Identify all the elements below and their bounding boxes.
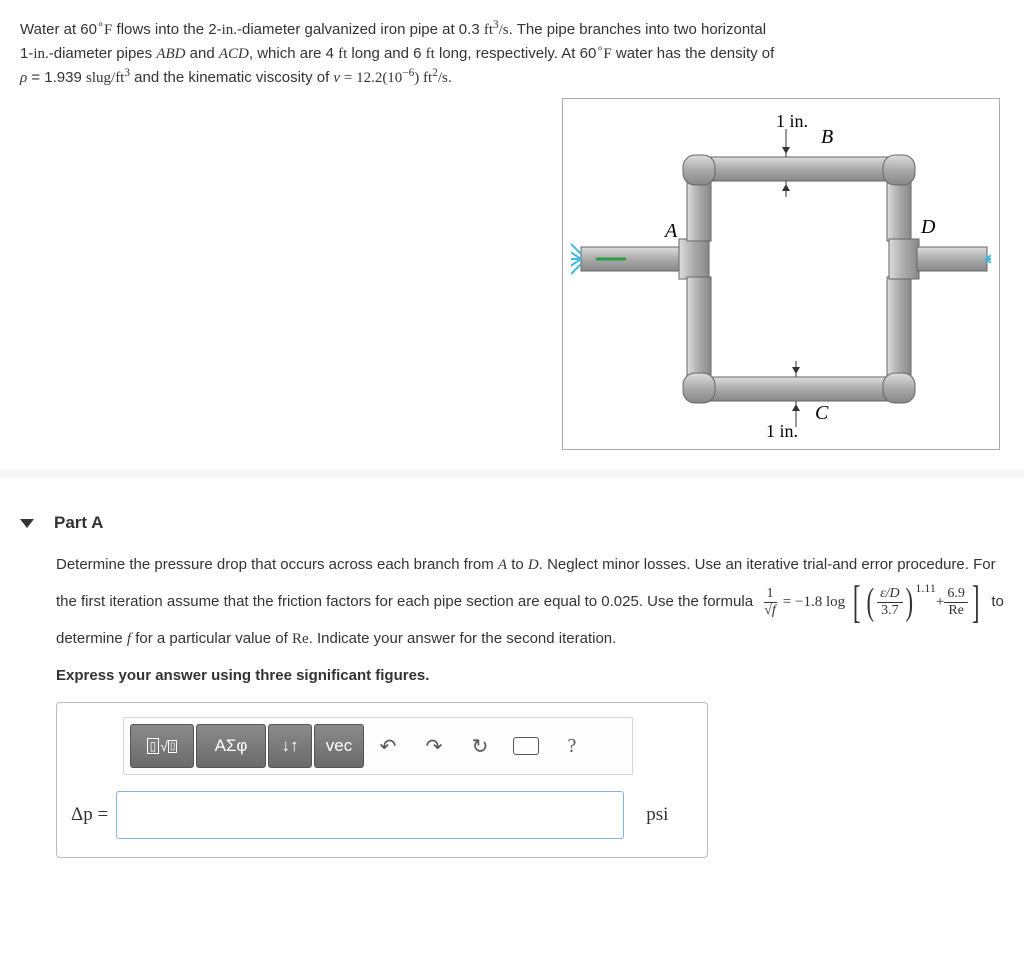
per-s: /s	[438, 70, 448, 86]
express-instruction: Express your answer using three signific…	[56, 667, 1004, 684]
var-abd: ABD	[156, 46, 185, 62]
text: -diameter pipes	[49, 45, 157, 62]
text: water has the density of	[612, 45, 775, 62]
text: . The pipe branches into two horizontal	[509, 21, 766, 38]
plus: +	[936, 589, 944, 616]
unit-ft: ft	[484, 22, 493, 38]
unit-in: in.	[33, 46, 48, 62]
keyboard-button[interactable]	[504, 724, 548, 768]
exp-neg6: −6	[402, 67, 414, 79]
subsup-button[interactable]: ↓↑	[268, 724, 312, 768]
greek-button[interactable]: ΑΣφ	[196, 724, 266, 768]
var-d: D	[528, 557, 539, 573]
text: . Indicate your answer for the second it…	[309, 630, 617, 647]
re: Re	[945, 603, 967, 618]
text: Water at 60	[20, 21, 97, 38]
text: flows into the 2-	[112, 21, 221, 38]
collapse-icon[interactable]	[20, 519, 34, 528]
unit-in: in.	[222, 22, 237, 38]
nu-value: 12.2(10	[356, 70, 402, 86]
label-b: B	[821, 126, 833, 148]
per-s: /s	[499, 22, 509, 38]
templates-button[interactable]: ▯√▯	[130, 724, 194, 768]
part-a-title: Part A	[54, 513, 103, 533]
text: = 1.939	[27, 69, 86, 86]
label-a: A	[663, 220, 678, 242]
help-button[interactable]: ?	[550, 724, 594, 768]
const-6-9: 6.9	[944, 586, 968, 602]
dim-top-label: 1 in.	[776, 111, 808, 131]
text: -diameter galvanized iron pipe at 0.3	[237, 21, 484, 38]
part-a-body: Determine the pressure drop that occurs …	[0, 541, 1024, 878]
answer-row: Δp = psi	[71, 791, 693, 839]
answer-box: ▯√▯ ΑΣφ ↓↑ vec ↶ ↷ ↻ ? Δp = psi	[56, 702, 708, 858]
pipe-diagram: 1 in. B A D C 1 in.	[562, 98, 1000, 450]
diagram-svg: 1 in. B A D C 1 in.	[571, 109, 991, 439]
text: long and 6	[347, 45, 425, 62]
period: .	[448, 69, 452, 86]
unit-ft: ft	[426, 46, 435, 62]
answer-input[interactable]	[116, 791, 624, 839]
equals: =	[340, 70, 356, 86]
formula-den: √f	[761, 603, 779, 618]
text: 1-	[20, 45, 33, 62]
delta-p: Δp	[71, 804, 93, 825]
eps-d: ε/D	[877, 586, 903, 602]
answer-label: Δp =	[71, 804, 108, 826]
degree-symbol: ∘	[97, 19, 104, 31]
const-3-7: 3.7	[878, 603, 902, 618]
text: , which are 4	[249, 45, 338, 62]
reset-button[interactable]: ↻	[458, 724, 502, 768]
var-a: A	[498, 557, 507, 573]
part-a-header[interactable]: Part A	[0, 493, 1024, 541]
text: and	[186, 45, 219, 62]
friction-formula: 1√f = −1.8 log [ ( ε/D3.7 ) 1.11 + 6.9Re…	[761, 579, 983, 625]
answer-unit: psi	[646, 804, 668, 826]
problem-text: Water at 60∘F flows into the 2-in.-diame…	[20, 18, 1004, 90]
keyboard-icon	[513, 737, 539, 755]
label-c: C	[815, 402, 829, 424]
var-re: Re	[292, 631, 309, 647]
formula-eq: = −1.8 log	[783, 589, 845, 616]
redo-button[interactable]: ↷	[412, 724, 456, 768]
text: Determine the pressure drop that occurs …	[56, 556, 498, 573]
text: to	[507, 556, 528, 573]
unit-ft: ft	[338, 46, 347, 62]
text: and the kinematic viscosity of	[130, 69, 333, 86]
equation-toolbar: ▯√▯ ΑΣφ ↓↑ vec ↶ ↷ ↻ ?	[123, 717, 633, 775]
label-d: D	[920, 216, 936, 238]
unit-slug-ft3: slug/ft	[86, 70, 124, 86]
equals: =	[93, 804, 108, 825]
dim-bottom-label: 1 in.	[766, 421, 798, 439]
unit-f: F	[603, 46, 611, 62]
problem-statement: Water at 60∘F flows into the 2-in.-diame…	[0, 0, 1024, 478]
text: for a particular value of	[131, 630, 292, 647]
nu-close: ) ft	[414, 70, 432, 86]
question-text: Determine the pressure drop that occurs …	[56, 551, 1004, 653]
formula-num: 1	[764, 586, 777, 602]
var-acd: ACD	[219, 46, 249, 62]
vec-button[interactable]: vec	[314, 724, 364, 768]
undo-button[interactable]: ↶	[366, 724, 410, 768]
text: long, respectively. At 60	[435, 45, 596, 62]
